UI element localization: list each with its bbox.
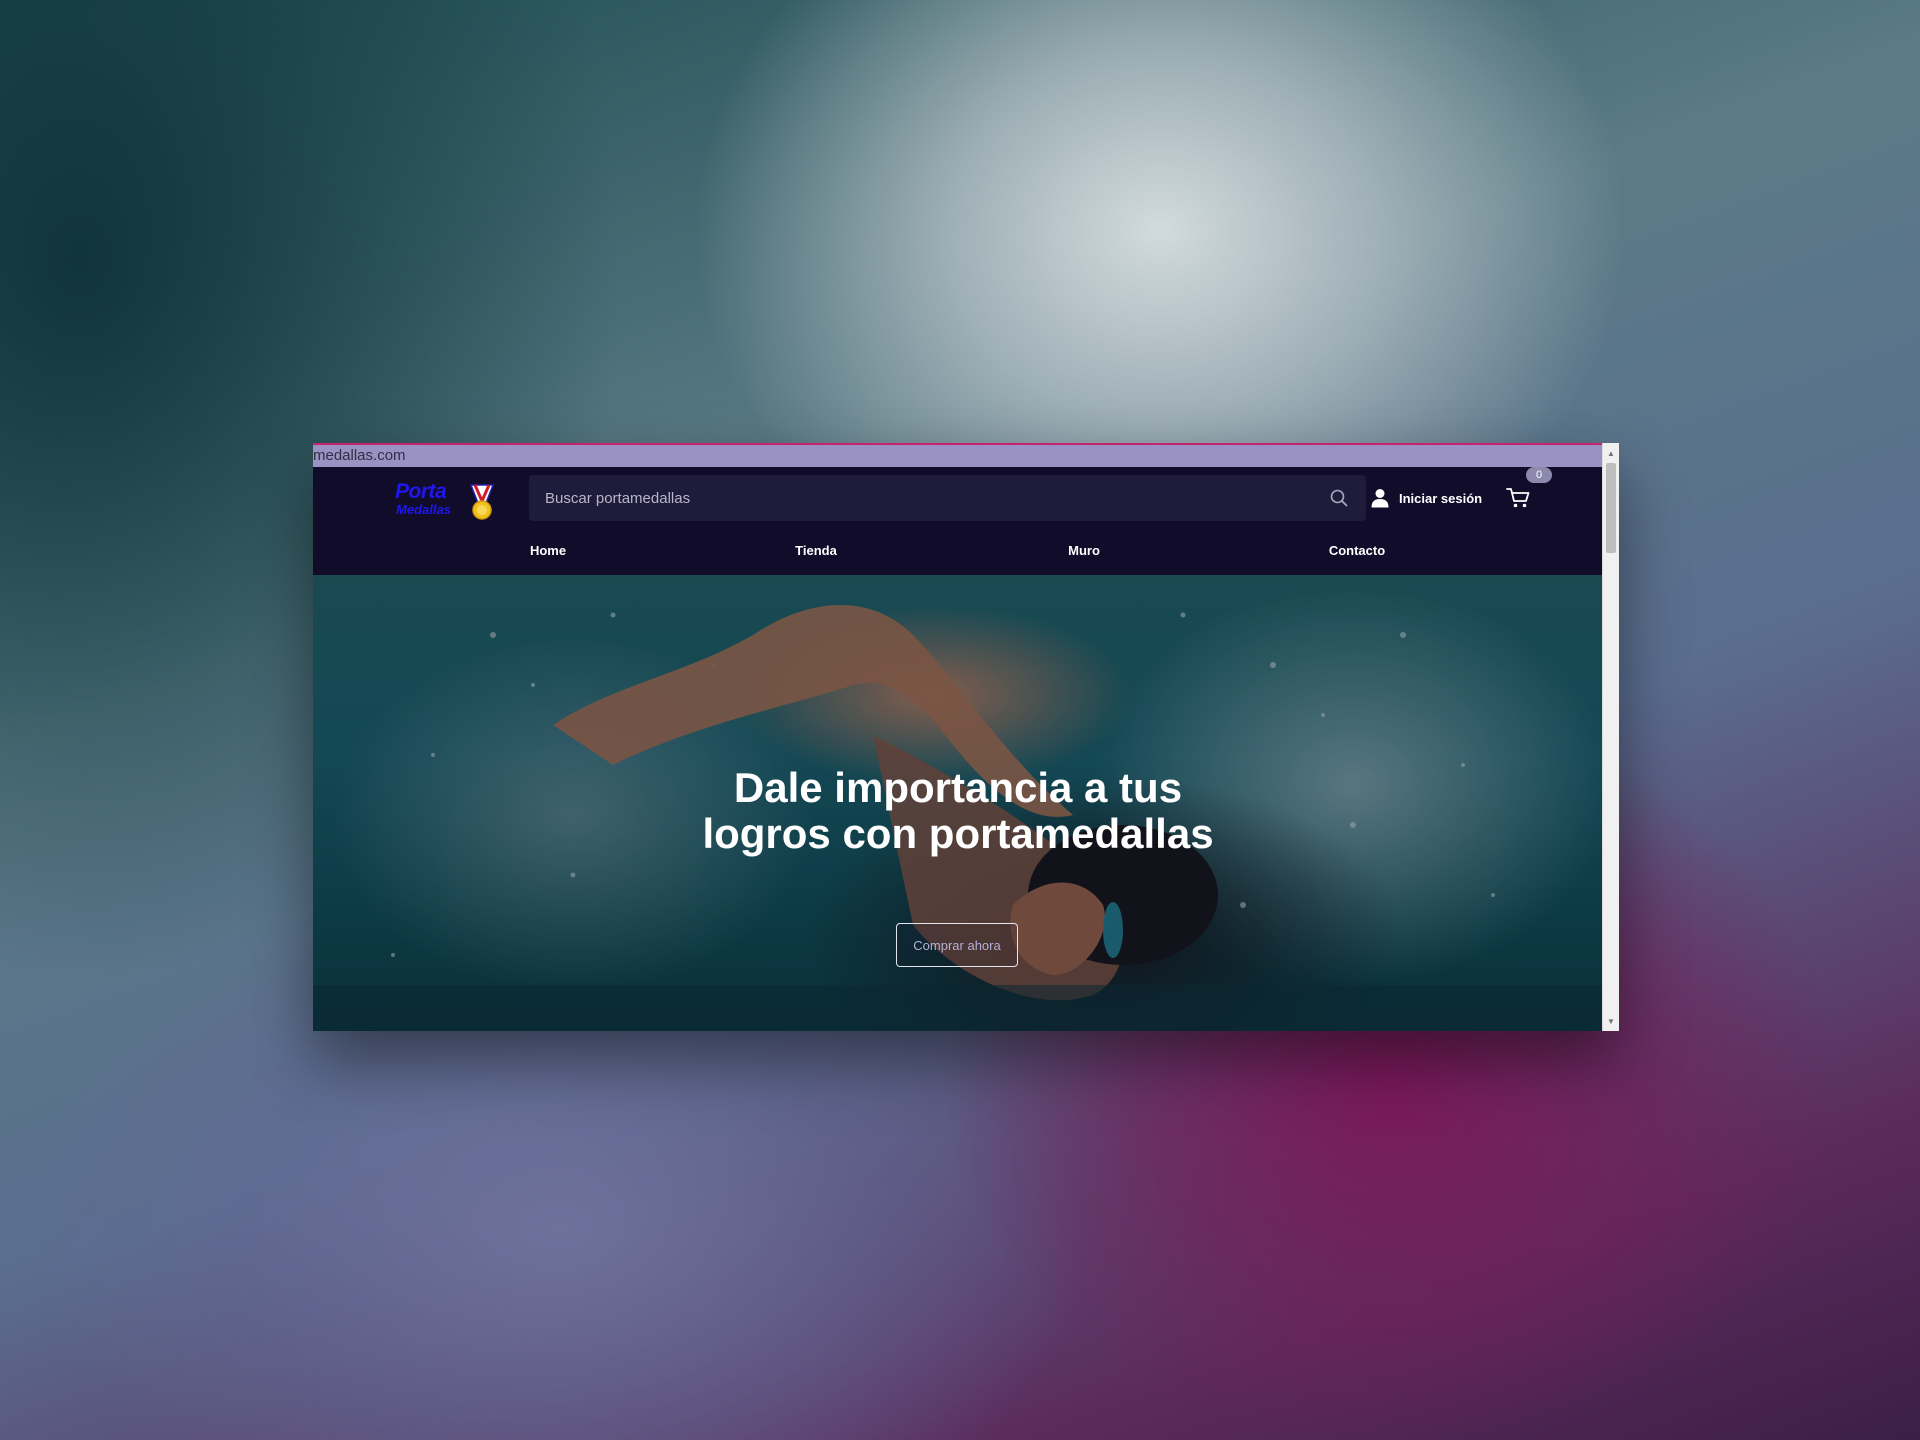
user-icon xyxy=(1371,489,1389,508)
cart-icon[interactable] xyxy=(1506,487,1530,509)
search-bar xyxy=(529,475,1366,521)
logo-text-medallas: Medallas xyxy=(396,502,451,517)
nav-item-tienda[interactable]: Tienda xyxy=(795,543,837,558)
logo-text-porta: Porta xyxy=(395,480,447,503)
scrollbar[interactable]: ▲ ▼ xyxy=(1602,443,1619,1031)
nav-item-home[interactable]: Home xyxy=(530,543,566,558)
search-icon[interactable] xyxy=(1330,489,1348,507)
scroll-thumb[interactable] xyxy=(1606,463,1616,553)
browser-window: medallas.com ▲ ▼ Porta Medallas Buscar p… xyxy=(313,443,1619,1031)
address-bar-text: medallas.com xyxy=(313,447,406,464)
site-header: Porta Medallas Iniciar sesión xyxy=(313,467,1602,575)
cart-count-badge: 0 xyxy=(1526,467,1552,483)
medal-icon xyxy=(469,484,495,520)
address-bar[interactable]: medallas.com xyxy=(313,443,1602,467)
hero-title: Dale importancia a tus logros con portam… xyxy=(702,764,1214,857)
scroll-down-arrow-icon[interactable]: ▼ xyxy=(1603,1015,1619,1029)
shop-now-button[interactable]: Comprar ahora xyxy=(896,923,1018,967)
site-logo[interactable]: Porta Medallas xyxy=(395,480,499,522)
login-label: Iniciar sesión xyxy=(1399,490,1483,506)
login-button[interactable]: Iniciar sesión xyxy=(1371,485,1482,511)
hero-banner: Dale importancia a tus logros con portam… xyxy=(313,575,1602,1031)
scroll-up-arrow-icon[interactable]: ▲ xyxy=(1603,447,1619,461)
nav-item-contacto[interactable]: Contacto xyxy=(1329,543,1385,558)
nav-item-muro[interactable]: Muro xyxy=(1068,543,1100,558)
main-nav: Home Tienda Muro Contacto xyxy=(313,543,1602,567)
search-input[interactable] xyxy=(529,475,1309,521)
